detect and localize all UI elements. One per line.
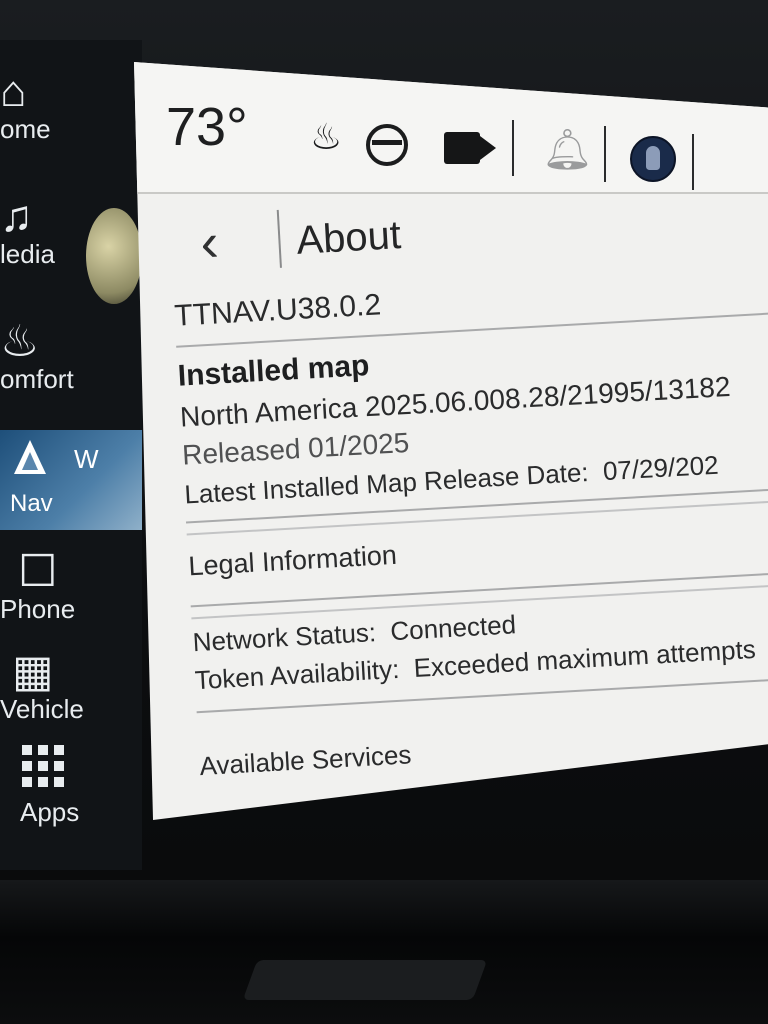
temperature-readout[interactable]: 73° — [166, 96, 248, 158]
installed-map-heading: Installed map — [176, 349, 371, 393]
legal-information-item[interactable]: Legal Information — [188, 540, 398, 583]
compass-heading: W — [74, 444, 99, 474]
latest-map-release-value: 07/29/202 — [602, 449, 720, 487]
volume-knob[interactable] — [86, 208, 142, 304]
sidebar-item-comfort[interactable]: ♨ omfort — [0, 317, 142, 395]
sidebar-item-label: ome — [0, 114, 51, 144]
about-content: ‹ About TTNAV.U38.0.2 Installed map Nort… — [168, 167, 768, 820]
bell-icon[interactable]: 🔔︎ — [542, 126, 593, 173]
map-released: Released 01/2025 — [181, 426, 411, 471]
home-icon: ⌂ — [0, 67, 27, 116]
divider — [276, 209, 282, 268]
network-status-label: Network Status: — [191, 617, 377, 658]
sidebar-item-apps[interactable]: Apps — [0, 745, 142, 827]
navigation-arrow-icon — [14, 440, 46, 474]
sidebar-item-vehicle[interactable]: ▦ Vehicle — [0, 647, 142, 725]
dashboard-vent — [242, 960, 488, 1000]
sidebar-item-home[interactable]: ⌂ ome — [0, 67, 142, 145]
divider — [512, 120, 514, 176]
available-services-item[interactable]: Available Services — [199, 739, 412, 782]
sidebar-item-phone[interactable]: ☐ Phone — [0, 547, 142, 625]
page-title: About — [295, 213, 403, 263]
sidebar-item-label: Apps — [20, 797, 80, 827]
sidebar-item-label: ledia — [0, 239, 55, 269]
jeep-icon: ▦ — [12, 647, 54, 696]
sidebar: ⌂ ome ♫ ledia ♨ omfort W Nav ☐ Phone ▦ V… — [0, 40, 142, 870]
heated-seat-icon[interactable]: ♨ — [310, 116, 342, 158]
network-status-value: Connected — [389, 609, 517, 647]
music-note-icon: ♫ — [0, 192, 33, 241]
sidebar-item-label: Phone — [0, 594, 76, 624]
sidebar-item-nav[interactable]: W Nav — [0, 430, 142, 530]
back-button[interactable]: ‹ — [199, 212, 220, 273]
dashboard-trim — [0, 880, 768, 1024]
sidebar-item-label: omfort — [0, 364, 74, 394]
sidebar-item-label: Nav — [10, 490, 53, 517]
phone-icon: ☐ — [18, 547, 58, 596]
divider — [604, 126, 606, 182]
software-version: TTNAV.U38.0.2 — [173, 288, 382, 333]
about-screen: 73° ♨ 🔔︎ ‹ About TTNAV.U38.0.2 Installed… — [134, 62, 768, 820]
heated-wheel-icon[interactable] — [366, 124, 408, 166]
sidebar-item-label: Vehicle — [0, 694, 84, 724]
camera-icon[interactable] — [444, 132, 480, 164]
token-availability-label: Token Availability: — [194, 653, 401, 696]
seat-comfort-icon: ♨ — [0, 317, 40, 366]
apps-grid-icon — [22, 745, 64, 787]
